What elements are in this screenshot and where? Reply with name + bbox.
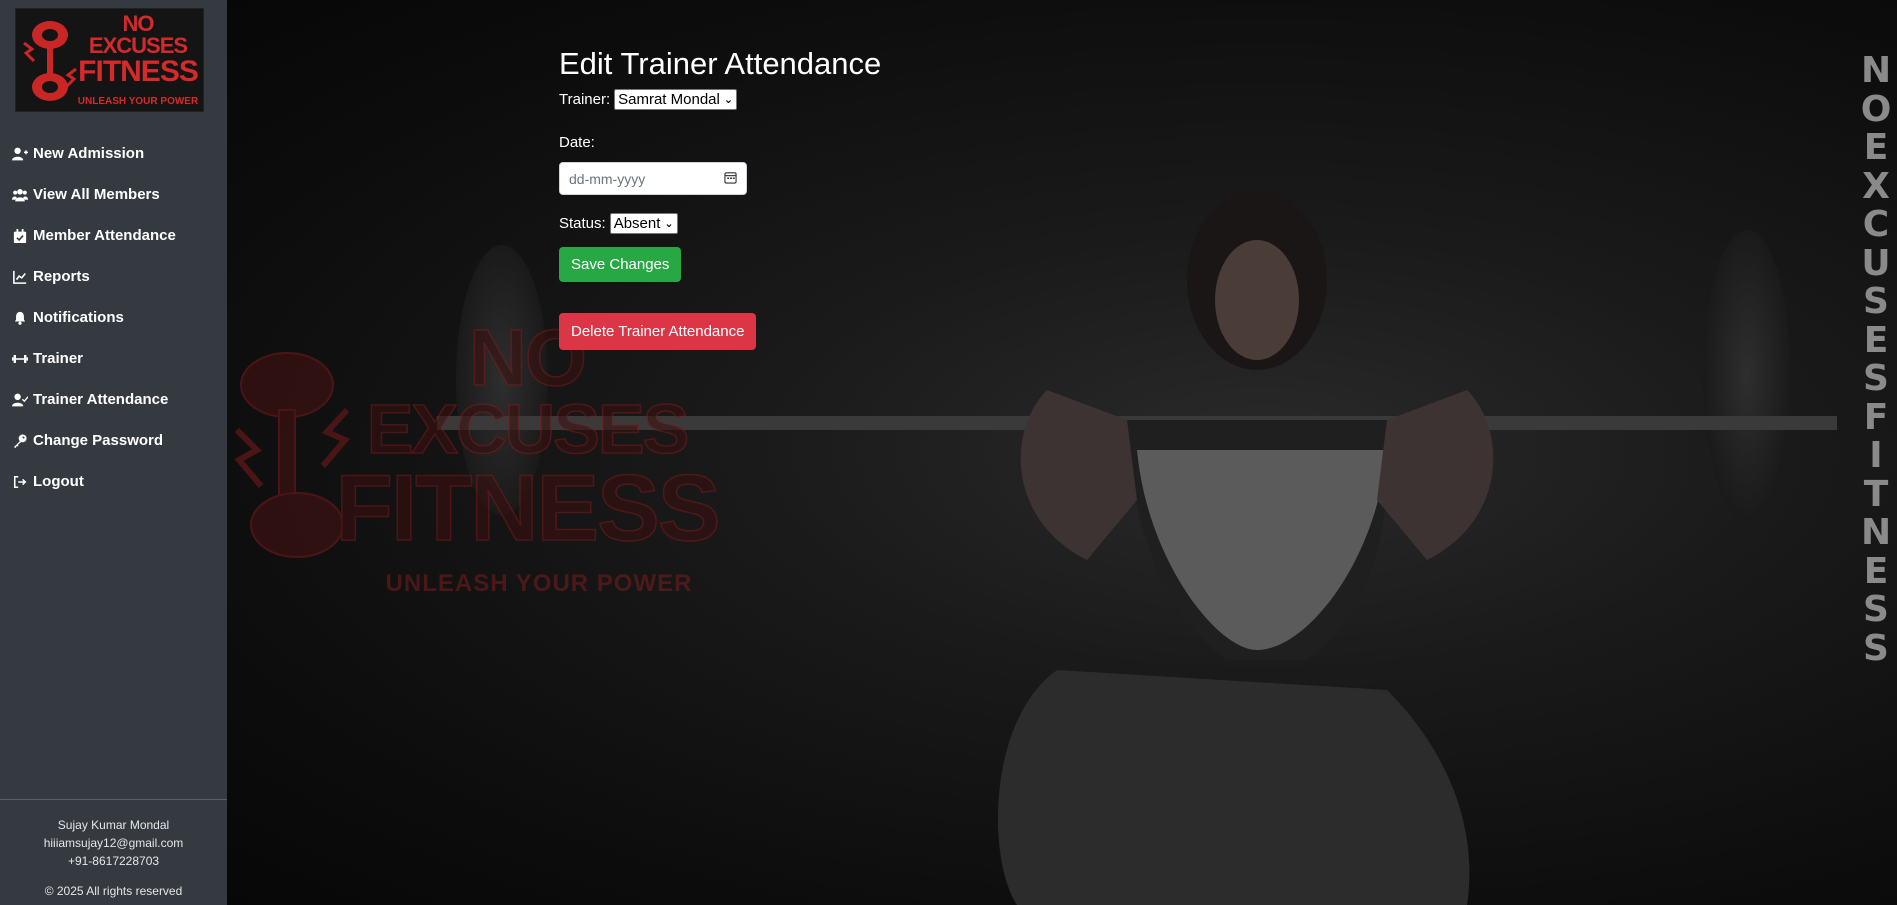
watermark-tagline: UNLEASH YOUR POWER bbox=[385, 570, 693, 597]
logo-line-3: FITNESS bbox=[78, 55, 199, 88]
sidebar-item-label: New Admission bbox=[33, 145, 145, 162]
vertical-brand-text: N O E X C U S E S F I T N E S S bbox=[1860, 50, 1892, 669]
watermark-line-2: EXCUSES bbox=[366, 390, 690, 468]
dumbbell-logo-icon bbox=[23, 21, 77, 101]
sidebar-item-change-password[interactable]: Change Password bbox=[0, 420, 227, 461]
chevron-down-icon: ⌄ bbox=[664, 217, 674, 230]
vertical-letter: S bbox=[1863, 627, 1889, 669]
status-select[interactable]: Absent ⌄ bbox=[609, 212, 678, 234]
dumbbell-icon bbox=[11, 351, 29, 367]
owner-email: hiiiamsujay12@gmail.com bbox=[43, 836, 184, 850]
sidebar-item-label: Change Password bbox=[33, 432, 164, 449]
sidebar-item-member-attendance[interactable]: Member Attendance bbox=[0, 215, 227, 256]
sidebar-item-notifications[interactable]: Notifications bbox=[0, 297, 227, 338]
sidebar-nav: New Admission View All Members Member At… bbox=[0, 133, 227, 502]
watermark-line-3: FITNESS bbox=[335, 454, 721, 560]
sidebar-item-logout[interactable]: Logout bbox=[0, 461, 227, 502]
trainer-select[interactable]: Samrat Mondal ⌄ bbox=[614, 88, 738, 110]
edit-trainer-attendance-form: Edit Trainer Attendance Trainer: Samrat … bbox=[559, 44, 881, 350]
logo-wordmark: NO EXCUSES FITNESS bbox=[78, 11, 199, 88]
sidebar-item-label: Trainer Attendance bbox=[33, 391, 169, 408]
vertical-letter: N bbox=[1860, 50, 1892, 91]
user-check-icon bbox=[11, 392, 29, 408]
delete-trainer-attendance-button[interactable]: Delete Trainer Attendance bbox=[559, 313, 757, 350]
trainer-row: Trainer: Samrat Mondal ⌄ bbox=[559, 88, 881, 110]
copyright: © 2025 All rights reserved bbox=[44, 884, 183, 898]
chart-line-icon bbox=[11, 269, 29, 285]
calendar-check-icon bbox=[11, 228, 29, 244]
watermark-wordmark: NO EXCUSES FITNESS bbox=[317, 317, 737, 560]
sidebar-item-label: View All Members bbox=[33, 186, 160, 203]
vertical-letter: E bbox=[1863, 319, 1889, 361]
watermark-logo: NO EXCUSES FITNESS UNLEASH YOUR POWER bbox=[227, 317, 727, 610]
sidebar-footer: Sujay Kumar Mondal hiiiamsujay12@gmail.c… bbox=[0, 799, 227, 905]
date-label: Date: bbox=[559, 134, 595, 151]
status-select-value: Absent bbox=[613, 214, 661, 232]
date-placeholder: dd-mm-yyyy bbox=[569, 170, 646, 187]
vertical-letter: O bbox=[1860, 88, 1892, 130]
sidebar-item-label: Member Attendance bbox=[33, 227, 176, 244]
owner-name: Sujay Kumar Mondal bbox=[57, 818, 170, 832]
logo-line-1: NO bbox=[122, 11, 155, 36]
page-title: Edit Trainer Attendance bbox=[559, 46, 882, 81]
sidebar-item-label: Logout bbox=[33, 473, 84, 490]
sidebar-item-label: Trainer bbox=[33, 350, 84, 367]
status-row: Status: Absent ⌄ bbox=[559, 212, 881, 234]
vertical-letter: S bbox=[1863, 589, 1889, 630]
sidebar-item-label: Reports bbox=[33, 268, 90, 285]
logo-line-2: EXCUSES bbox=[88, 33, 188, 58]
sidebar-item-view-all-members[interactable]: View All Members bbox=[0, 174, 227, 215]
logo-tagline: UNLEASH YOUR POWER bbox=[77, 96, 199, 107]
trainer-select-value: Samrat Mondal bbox=[618, 90, 720, 108]
vertical-letter: X bbox=[1862, 165, 1890, 207]
sidebar: NO EXCUSES FITNESS UNLEASH YOUR POWER Ne… bbox=[0, 0, 227, 905]
vertical-letter: S bbox=[1863, 358, 1889, 399]
owner-phone: +91-8617228703 bbox=[67, 854, 160, 868]
vertical-letter: C bbox=[1862, 204, 1890, 245]
calendar-icon[interactable] bbox=[724, 171, 737, 187]
bell-icon bbox=[11, 310, 29, 326]
sidebar-item-new-admission[interactable]: New Admission bbox=[0, 133, 227, 174]
sign-out-icon bbox=[11, 474, 29, 490]
vertical-letter: F bbox=[1863, 396, 1889, 438]
brand-logo[interactable]: NO EXCUSES FITNESS UNLEASH YOUR POWER bbox=[15, 8, 204, 112]
vertical-letter: N bbox=[1860, 512, 1892, 553]
vertical-letter: I bbox=[1869, 435, 1883, 476]
users-icon bbox=[11, 187, 29, 203]
sidebar-item-label: Notifications bbox=[33, 309, 124, 326]
vertical-letter: E bbox=[1863, 550, 1889, 592]
main-content: NO EXCUSES FITNESS UNLEASH YOUR POWER N … bbox=[227, 0, 1897, 905]
chevron-down-icon: ⌄ bbox=[723, 93, 734, 106]
sidebar-item-trainer[interactable]: Trainer bbox=[0, 338, 227, 379]
key-icon bbox=[11, 433, 29, 449]
vertical-letter: E bbox=[1863, 127, 1889, 168]
sidebar-item-trainer-attendance[interactable]: Trainer Attendance bbox=[0, 379, 227, 420]
user-plus-icon bbox=[11, 146, 29, 162]
vertical-letter: T bbox=[1863, 473, 1889, 515]
vertical-letter: S bbox=[1863, 281, 1889, 322]
trainer-label: Trainer: bbox=[559, 90, 611, 108]
status-label: Status: bbox=[559, 214, 606, 232]
vertical-letter: U bbox=[1861, 242, 1891, 284]
sidebar-item-reports[interactable]: Reports bbox=[0, 256, 227, 297]
date-input[interactable]: dd-mm-yyyy bbox=[559, 162, 747, 195]
save-changes-button[interactable]: Save Changes bbox=[559, 247, 682, 282]
